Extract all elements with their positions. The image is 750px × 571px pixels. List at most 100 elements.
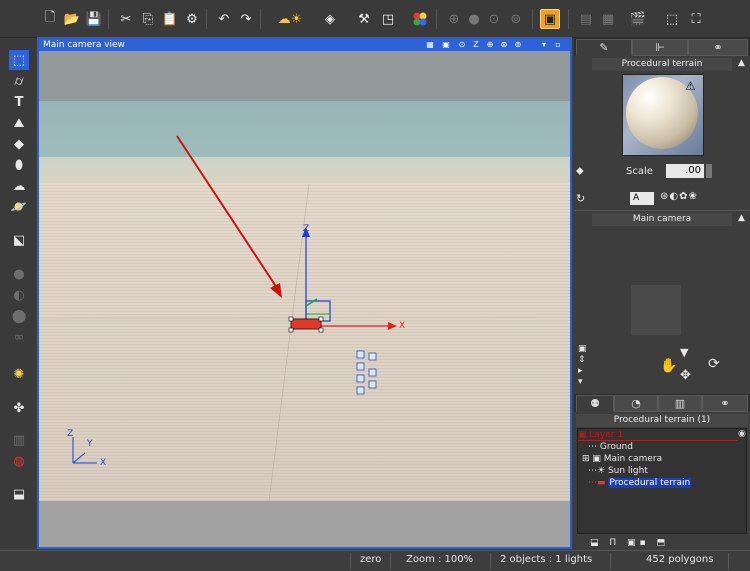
tree-item-ground[interactable]: ⋯ Ground [588, 441, 633, 453]
zoom-icon[interactable]: ⊙ [484, 9, 504, 29]
scene-panel-title: Procedural terrain (1) [576, 414, 748, 427]
material-options-icon[interactable]: ⊛◐✿❀ [660, 191, 698, 202]
camera-collapse-icon[interactable]: ▲ [738, 213, 745, 223]
tree-item-label: Main camera [603, 454, 663, 464]
tab-links-icon[interactable]: ⚭ [702, 395, 748, 412]
color-palette-icon[interactable] [410, 9, 430, 29]
camera-dolly-icon[interactable]: ▼ [680, 346, 688, 359]
import-icon[interactable]: ⬕ [9, 230, 29, 250]
material-panel-title: Procedural terrain [592, 58, 732, 71]
tab-materials-icon[interactable]: ◔ [614, 395, 658, 412]
rock-icon[interactable]: ◆ [9, 134, 29, 154]
undo-icon[interactable]: ↶ [214, 9, 234, 29]
zoom-fit-icon[interactable]: ⊚ [506, 9, 526, 29]
copy-icon[interactable]: ⎘ [138, 9, 158, 29]
refresh-icon[interactable]: ↻ [576, 192, 585, 205]
clapper-icon[interactable]: 🎬 [628, 9, 648, 29]
material-preview[interactable]: ⚠ [622, 74, 704, 156]
visibility-eye-icon[interactable]: ◉ [738, 429, 746, 439]
right-panel: ✎ ⊩ ⚭ Procedural terrain ▲ ⚠ ⬥ Scale .00… [574, 38, 750, 548]
atmosphere-icon[interactable]: ☁☀ [268, 9, 312, 29]
material-tabs: ✎ ⊩ ⚭ [574, 38, 750, 56]
new-file-icon[interactable]: 🗋 [40, 9, 60, 29]
scale-label: Scale [626, 166, 653, 177]
sun-icon: ⋯☀ [588, 466, 608, 476]
open-file-icon[interactable]: 📂 [62, 9, 82, 29]
object-settings-icon[interactable]: ⚙ [182, 9, 202, 29]
render-icon[interactable]: ◈ [320, 9, 340, 29]
status-state: zero [360, 554, 382, 565]
link-icon[interactable]: ∞ [9, 327, 29, 347]
preview-icon[interactable]: ◳ [378, 9, 398, 29]
redo-icon[interactable]: ↷ [236, 9, 256, 29]
tab-material-icon[interactable]: ✎ [576, 39, 632, 56]
layer-label: Layer 1 [589, 430, 624, 440]
multi-view-icon[interactable]: ▤ [576, 9, 596, 29]
scale-input[interactable]: .00 [666, 164, 704, 178]
fullscreen-icon[interactable]: ⛶ [686, 9, 706, 29]
tree-item-sun-light[interactable]: ⋯☀ Sun light [588, 465, 648, 477]
light-icon[interactable]: ✺ [9, 364, 29, 384]
scale-spinner[interactable] [706, 164, 712, 178]
status-polygons: 452 polygons [646, 554, 714, 565]
camera-rotate-icon[interactable]: ⟳ [708, 356, 720, 372]
film-icon[interactable]: ▦ [598, 9, 618, 29]
main-toolbar: 🗋 📂 💾 ✂ ⎘ 📋 ⚙ ↶ ↷ ☁☀ ◈ ⚒ ◳ ⊕ ● ⊙ ⊚ ▣ ▤ ▦… [0, 0, 750, 38]
cloud-icon[interactable]: ☁ [9, 176, 29, 196]
tree-actions[interactable]: ⬓ Π ▣▪ ⬒ [590, 538, 669, 548]
cut-icon[interactable]: ✂ [116, 9, 136, 29]
paste-icon[interactable]: 📋 [160, 9, 180, 29]
export-icon[interactable]: ⬓ [9, 484, 29, 504]
tree-item-procedural-terrain[interactable]: ⋯▬ Procedural terrain [588, 477, 692, 489]
text-icon[interactable]: T [9, 92, 29, 112]
tab-objects-icon[interactable]: ⚉ [576, 395, 614, 412]
tree-item-main-camera[interactable]: ⊞ ▣ Main camera [582, 453, 662, 465]
tab-ruler-icon[interactable]: ⊩ [632, 39, 688, 56]
terrain-icon[interactable]: ⛰ [9, 113, 29, 133]
layer-row[interactable]: ▣ Layer 1 [578, 429, 738, 441]
save-icon[interactable]: 💾 [84, 9, 104, 29]
camera-icon: ⊞ ▣ [582, 454, 604, 464]
metaball-icon[interactable]: ◐ [9, 285, 29, 305]
status-zoom: Zoom : 100% [406, 554, 474, 565]
tab-link-icon[interactable]: ⚭ [688, 39, 748, 56]
tree-item-label: Procedural terrain [608, 478, 692, 488]
select-tool-icon[interactable]: ⬚ [9, 50, 29, 70]
boolean-icon[interactable]: ● [9, 264, 29, 284]
z-axis-label: Z [303, 224, 310, 234]
tab-library-icon[interactable]: ▥ [658, 395, 702, 412]
render-options-icon[interactable]: ⚒ [354, 9, 374, 29]
x-axis-label: X [399, 321, 406, 331]
zoom-in-icon[interactable]: ⊕ [444, 9, 464, 29]
camera-preview[interactable] [631, 285, 681, 335]
camera-side-icons[interactable]: ▣ ⇕ ▸ ▾ [578, 344, 587, 388]
wind-icon[interactable]: ✤ [9, 398, 29, 418]
status-bar: zero Zoom : 100% 2 objects : 1 lights 45… [0, 550, 750, 571]
camera-move-icon[interactable]: ✥ [680, 368, 691, 383]
layer-icon: ▣ [578, 430, 590, 440]
ground-icon: ⋯ [588, 442, 600, 452]
paint-icon[interactable]: ⬥ [576, 164, 584, 178]
planet-render-icon[interactable]: ◍ [9, 451, 29, 471]
active-view-icon[interactable]: ▣ [540, 9, 560, 29]
tree-item-label: Sun light [607, 466, 648, 476]
scene-tabs: ⚉ ◔ ▥ ⚭ [574, 394, 750, 412]
planet-icon[interactable]: 🪐 [9, 197, 29, 217]
scene-tree[interactable]: ▣ Layer 1 ◉ ⋯ Ground ⊞ ▣ Main camera ⋯☀ … [577, 428, 747, 534]
warning-icon: ⚠ [685, 79, 696, 93]
chart-icon[interactable]: ▥ [9, 430, 29, 450]
camera-panel-title: Main camera [592, 213, 732, 226]
zoom-out-icon[interactable]: ● [464, 9, 484, 29]
corner-x-label: X [100, 458, 107, 468]
main-camera-viewport[interactable]: Main camera view ▦ ▣ ⊙ Z ⊕ ⊗ ⊚ ▾ ▫ Z X Z… [37, 37, 572, 549]
status-objects: 2 objects : 1 lights [500, 554, 593, 565]
pan-hand-icon[interactable]: ✋ [660, 358, 677, 374]
collapse-icon[interactable]: ▲ [738, 58, 745, 68]
plant-icon[interactable]: ⬮ [9, 155, 29, 175]
scene-overlay [39, 135, 570, 502]
group-icon[interactable]: ⬤ [9, 306, 29, 326]
mapping-select[interactable]: A [630, 192, 654, 205]
corner-y-label: Y [87, 439, 93, 449]
cylinder-icon[interactable]: ⌭ [9, 71, 29, 91]
frame-icon[interactable]: ⬚ [662, 9, 682, 29]
